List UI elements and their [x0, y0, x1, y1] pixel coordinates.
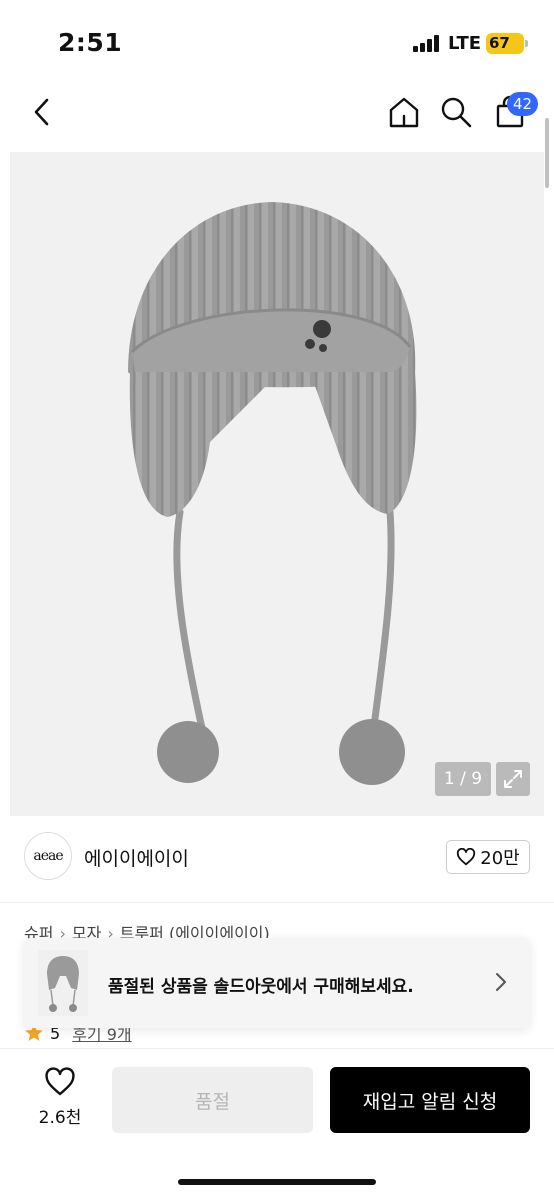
wishlist-count: 2.6천 — [38, 1108, 82, 1128]
product-photo — [128, 202, 417, 785]
network-type: LTE — [448, 33, 482, 54]
divider — [0, 902, 554, 903]
cart-count-badge: 42 — [507, 92, 538, 116]
signal-icon — [413, 34, 443, 52]
chevron-right-icon — [496, 973, 506, 991]
expand-icon — [504, 770, 522, 788]
home-icon — [389, 97, 419, 128]
brand-logo-text: aeae — [33, 848, 63, 864]
brand-row: aeae 에이이에이이 20만 — [0, 820, 554, 896]
status-time: 2:51 — [58, 28, 123, 57]
soldout-message: 품절된 상품을 솔드아웃에서 구매해보세요. — [108, 977, 414, 997]
search-icon — [441, 97, 472, 128]
heart-icon — [457, 848, 476, 866]
brand-name[interactable]: 에이이에이이 — [84, 844, 189, 871]
product-image-gallery[interactable]: 1 / 9 — [10, 152, 544, 816]
bottom-action-bar: 2.6천 품절 재입고 알림 신청 — [0, 1048, 554, 1200]
heart-icon — [45, 1067, 75, 1096]
image-counter: 1 / 9 — [435, 762, 491, 796]
home-button[interactable] — [384, 92, 424, 132]
battery-level: 67 — [489, 34, 510, 52]
chevron-left-icon — [34, 98, 49, 126]
search-button[interactable] — [436, 92, 476, 132]
restock-alert-button[interactable]: 재입고 알림 신청 — [330, 1067, 530, 1133]
expand-button[interactable] — [496, 762, 530, 796]
soldout-banner[interactable]: 품절된 상품을 솔드아웃에서 구매해보세요. — [24, 938, 530, 1028]
home-indicator[interactable] — [178, 1179, 376, 1185]
brand-like-button[interactable]: 20만 — [446, 840, 530, 874]
scrollbar[interactable] — [545, 118, 549, 188]
wishlist-button[interactable]: 2.6천 — [24, 1067, 96, 1133]
back-button[interactable] — [26, 94, 58, 130]
status-bar: 2:51 LTE 67 — [0, 0, 554, 80]
product-thumbnail — [38, 950, 88, 1016]
soldout-button: 품절 — [112, 1067, 313, 1133]
brand-like-count: 20만 — [480, 848, 520, 869]
top-nav — [0, 80, 554, 146]
battery-icon: 67 — [486, 33, 528, 54]
brand-logo[interactable]: aeae — [24, 832, 72, 880]
